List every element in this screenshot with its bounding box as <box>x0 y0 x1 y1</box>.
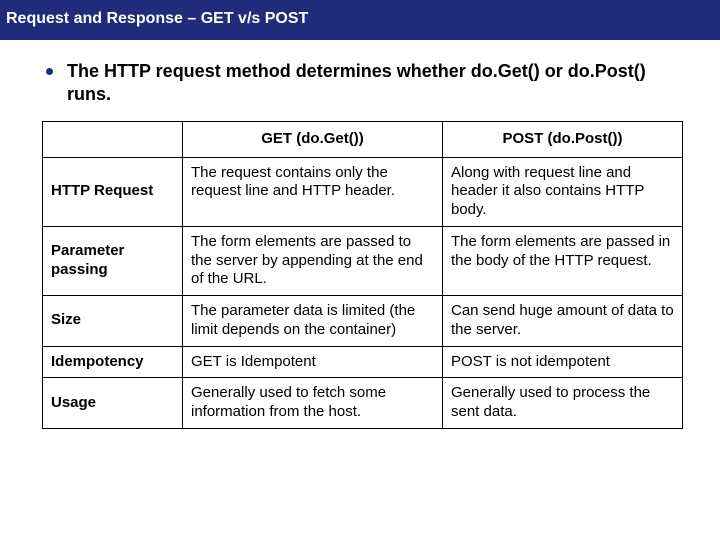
table-row: Idempotency GET is Idempotent POST is no… <box>43 346 683 378</box>
header-post: POST (do.Post()) <box>443 121 683 157</box>
header-blank <box>43 121 183 157</box>
table-row: Usage Generally used to fetch some infor… <box>43 378 683 429</box>
slide-title: Request and Response – GET v/s POST <box>0 0 720 40</box>
cell-get: Generally used to fetch some information… <box>183 378 443 429</box>
row-label: Parameter passing <box>43 226 183 295</box>
cell-post: Can send huge amount of data to the serv… <box>443 296 683 347</box>
row-label: Size <box>43 296 183 347</box>
cell-post: The form elements are passed in the body… <box>443 226 683 295</box>
cell-post: Generally used to process the sent data. <box>443 378 683 429</box>
table-row: Size The parameter data is limited (the … <box>43 296 683 347</box>
table-header-row: GET (do.Get()) POST (do.Post()) <box>43 121 683 157</box>
row-label: HTTP Request <box>43 157 183 226</box>
cell-get: The form elements are passed to the serv… <box>183 226 443 295</box>
table-row: Parameter passing The form elements are … <box>43 226 683 295</box>
bullet-icon <box>46 68 53 75</box>
slide: Request and Response – GET v/s POST The … <box>0 0 720 540</box>
cell-post: Along with request line and header it al… <box>443 157 683 226</box>
cell-post: POST is not idempotent <box>443 346 683 378</box>
cell-get: The parameter data is limited (the limit… <box>183 296 443 347</box>
table-row: HTTP Request The request contains only t… <box>43 157 683 226</box>
cell-get: The request contains only the request li… <box>183 157 443 226</box>
row-label: Usage <box>43 378 183 429</box>
header-get: GET (do.Get()) <box>183 121 443 157</box>
bullet-item: The HTTP request method determines wheth… <box>46 60 688 107</box>
slide-content: The HTTP request method determines wheth… <box>0 40 720 429</box>
cell-get: GET is Idempotent <box>183 346 443 378</box>
row-label: Idempotency <box>43 346 183 378</box>
comparison-table: GET (do.Get()) POST (do.Post()) HTTP Req… <box>42 121 683 429</box>
bullet-text: The HTTP request method determines wheth… <box>67 60 688 107</box>
